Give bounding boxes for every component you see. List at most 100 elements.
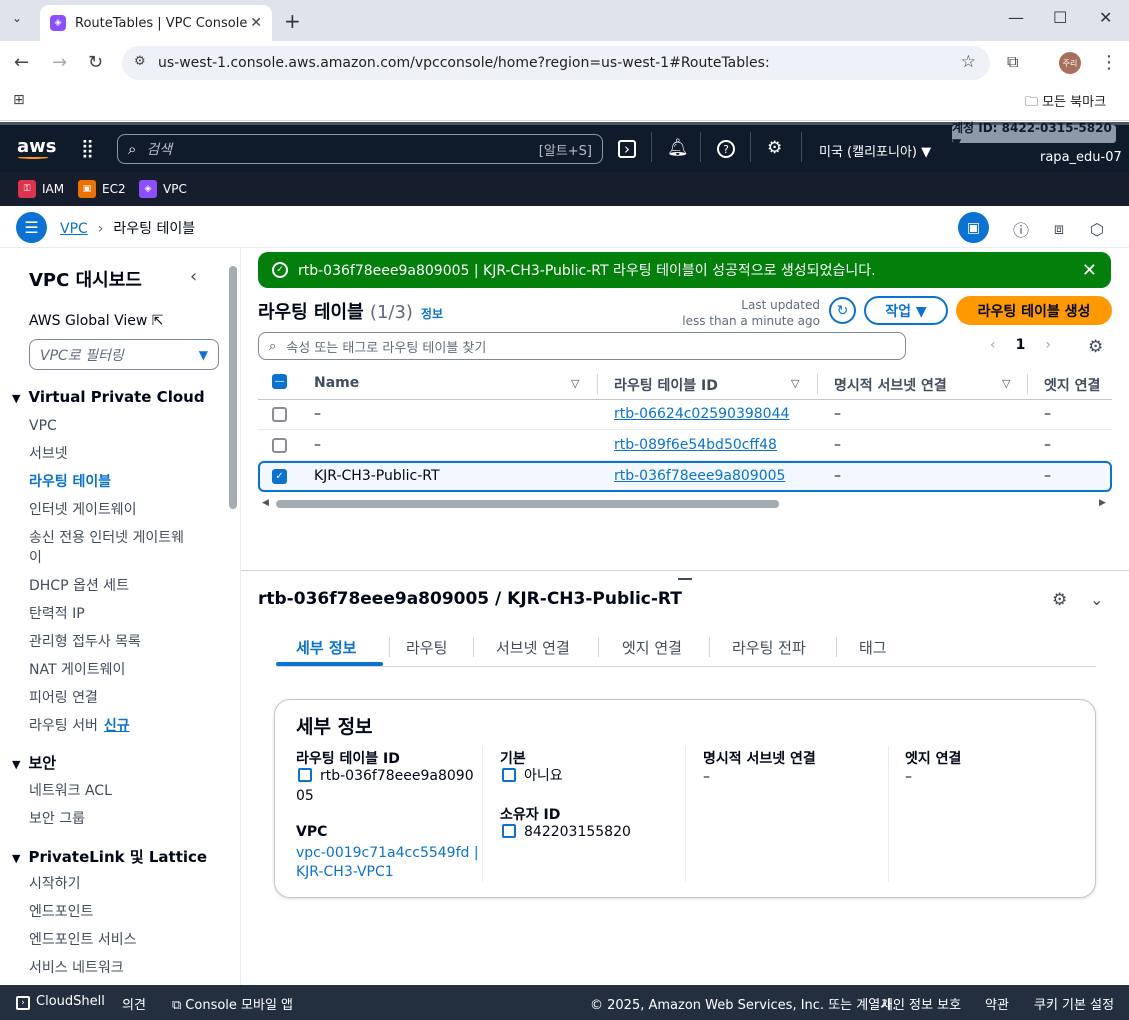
- browser-menu-icon[interactable]: ⋮: [1100, 52, 1118, 73]
- column-resizer[interactable]: [817, 374, 818, 394]
- sidebar-item-security-groups[interactable]: 보안 그룹: [29, 810, 85, 828]
- sort-caret-icon[interactable]: ▽: [1002, 377, 1010, 390]
- create-route-table-button[interactable]: 라우팅 테이블 생성: [956, 296, 1112, 325]
- close-tab-icon[interactable]: ✕: [250, 15, 262, 31]
- copy-icon[interactable]: [502, 768, 516, 782]
- cookie-preferences-link[interactable]: 쿠키 기본 설정: [1034, 994, 1114, 1013]
- help-icon[interactable]: ?: [717, 140, 735, 158]
- privacy-link[interactable]: 개인 정보 보호: [881, 994, 961, 1013]
- sidebar-section-privatelink[interactable]: ▼ PrivateLink 및 Lattice: [12, 846, 207, 867]
- column-header-name[interactable]: Name: [314, 375, 359, 391]
- row-checkbox[interactable]: [272, 438, 287, 453]
- aws-logo[interactable]: aws: [17, 136, 57, 157]
- sidebar-item-endpoint-services[interactable]: 엔드포인트 서비스: [29, 931, 137, 949]
- forward-icon[interactable]: →: [52, 52, 67, 73]
- info-link[interactable]: 정보: [421, 307, 443, 321]
- vpc-filter-select[interactable]: VPC로 필터링 ▼: [29, 339, 219, 370]
- reload-icon[interactable]: ↻: [88, 52, 103, 73]
- back-icon[interactable]: ←: [14, 52, 29, 73]
- tab-edge-associations[interactable]: 엣지 연결: [622, 637, 682, 658]
- minimize-icon[interactable]: —: [1008, 8, 1024, 27]
- apps-grid-icon[interactable]: ⊞: [13, 92, 25, 108]
- table-search-input[interactable]: ⌕ 속성 또는 태그로 라우팅 테이블 찾기: [258, 332, 906, 360]
- sidebar-item-nat-gateways[interactable]: NAT 게이트웨이: [29, 661, 125, 679]
- row-route-table-id[interactable]: rtb-06624c02590398044: [614, 406, 789, 422]
- column-resizer[interactable]: [1027, 374, 1028, 394]
- region-selector[interactable]: 미국 (캘리포니아) ▼: [819, 141, 931, 160]
- sidebar-item-internet-gateways[interactable]: 인터넷 게이트웨이: [29, 501, 137, 519]
- tab-list-chevron-icon[interactable]: ⌄: [12, 11, 22, 25]
- sidebar-section-vpc[interactable]: ▼ Virtual Private Cloud: [12, 388, 205, 406]
- row-checkbox[interactable]: [272, 407, 287, 422]
- copy-icon[interactable]: [298, 768, 312, 782]
- table-preferences-gear-icon[interactable]: ⚙: [1088, 337, 1103, 357]
- split-panel-resize-handle[interactable]: [678, 578, 692, 580]
- favorite-vpc[interactable]: ◈ VPC: [139, 180, 187, 198]
- breadcrumb-vpc[interactable]: VPC: [60, 221, 88, 237]
- column-header-id[interactable]: 라우팅 테이블 ID: [614, 375, 718, 395]
- sidebar-item-service-networks[interactable]: 서비스 네트워크: [29, 959, 124, 977]
- sidebar-item-getting-started[interactable]: 시작하기: [29, 875, 81, 893]
- side-nav-toggle-icon[interactable]: ☰: [16, 212, 47, 243]
- tab-details[interactable]: 세부 정보: [296, 637, 356, 658]
- browser-tab[interactable]: ◈ RouteTables | VPC Console ✕: [40, 5, 272, 41]
- row-route-table-id[interactable]: rtb-089f6e54bd50cff48: [614, 437, 777, 453]
- sort-caret-icon[interactable]: ▽: [571, 377, 579, 390]
- sidebar-item-egress-only-igw[interactable]: 송신 전용 인터넷 게이트웨: [29, 529, 184, 547]
- next-page-icon[interactable]: ›: [1045, 337, 1051, 353]
- select-all-checkbox[interactable]: —: [272, 374, 287, 389]
- column-resizer[interactable]: [597, 374, 598, 394]
- page-number[interactable]: 1: [1016, 337, 1026, 353]
- dismiss-flash-icon[interactable]: ✕: [1082, 260, 1097, 281]
- scroll-right-icon[interactable]: ▶: [1099, 498, 1106, 508]
- extensions-icon[interactable]: ⧉: [1007, 52, 1018, 72]
- sidebar-item-endpoints[interactable]: 엔드포인트: [29, 903, 93, 921]
- split-panel-settings-gear-icon[interactable]: ⚙: [1052, 590, 1067, 610]
- copy-icon[interactable]: [502, 824, 516, 838]
- sidebar-item-vpc[interactable]: VPC: [29, 417, 57, 435]
- tab-subnet-associations[interactable]: 서브넷 연결: [496, 637, 570, 658]
- global-view-link[interactable]: AWS Global View ⇱: [29, 313, 164, 329]
- tutorial-icon[interactable]: ⧈: [1044, 215, 1074, 243]
- refresh-button[interactable]: ↻: [829, 297, 856, 324]
- services-grid-icon[interactable]: ⣿: [81, 138, 94, 159]
- settings-gear-icon[interactable]: ⚙: [767, 138, 782, 158]
- sidebar-item-route-server[interactable]: 라우팅 서버 신규: [29, 717, 130, 735]
- cloudshell-icon[interactable]: ›: [618, 140, 636, 158]
- vpc-link-name[interactable]: KJR-CH3-VPC1: [296, 862, 394, 882]
- actions-button[interactable]: 작업 ▼: [864, 296, 948, 325]
- sidebar-item-dhcp[interactable]: DHCP 옵션 세트: [29, 577, 129, 595]
- table-horizontal-scrollbar[interactable]: [276, 500, 779, 508]
- info-panel-icon[interactable]: ⓘ: [1006, 215, 1036, 243]
- new-tab-icon[interactable]: +: [284, 9, 301, 33]
- url-bar[interactable]: ⚙ us-west-1.console.aws.amazon.com/vpcco…: [122, 46, 990, 80]
- sidebar-item-nacl[interactable]: 네트워크 ACL: [29, 782, 112, 800]
- account-id-badge[interactable]: 계정 ID: 8422-0315-5820 ▼: [952, 121, 1116, 150]
- sidebar-item-subnets[interactable]: 서브넷: [29, 445, 68, 463]
- vpc-link[interactable]: vpc-0019c71a4cc5549fd |: [296, 843, 479, 863]
- sidebar-item-egress-only-igw-wrap[interactable]: 이: [29, 549, 42, 567]
- split-panel-icon[interactable]: ▣: [958, 212, 989, 243]
- site-info-icon[interactable]: ⚙: [134, 54, 146, 69]
- notifications-bell-icon[interactable]: 🔔︎: [667, 138, 689, 158]
- terms-link[interactable]: 약관: [985, 994, 1009, 1013]
- sidebar-item-prefix-lists[interactable]: 관리형 접두사 목록: [29, 633, 141, 651]
- column-header-subnet[interactable]: 명시적 서브넷 연결: [834, 375, 947, 395]
- bookmark-star-icon[interactable]: ☆: [961, 52, 976, 72]
- sidebar-item-elastic-ip[interactable]: 탄력적 IP: [29, 605, 85, 623]
- prev-page-icon[interactable]: ‹: [990, 337, 996, 353]
- maximize-icon[interactable]: ☐: [1053, 8, 1067, 27]
- collapse-chevron-icon[interactable]: ⌄: [1090, 590, 1103, 609]
- cloudshell-link[interactable]: › CloudShell: [16, 994, 105, 1010]
- row-checkbox-checked[interactable]: ✓: [272, 469, 287, 484]
- tab-route-propagation[interactable]: 라우팅 전파: [732, 637, 806, 658]
- sidebar-item-peering[interactable]: 피어링 연결: [29, 689, 98, 707]
- all-bookmarks[interactable]: 🗀 모든 북마크: [1025, 91, 1106, 115]
- row-route-table-id[interactable]: rtb-036f78eee9a809005: [614, 468, 785, 484]
- favorite-ec2[interactable]: ▣ EC2: [78, 180, 126, 198]
- user-name[interactable]: rapa_edu-07: [1040, 150, 1122, 165]
- profile-avatar[interactable]: 주리: [1059, 52, 1081, 74]
- sidebar-item-route-tables[interactable]: 라우팅 테이블: [29, 473, 111, 491]
- hexagon-icon[interactable]: ⬡: [1082, 215, 1112, 243]
- sort-caret-icon[interactable]: ▽: [791, 377, 799, 390]
